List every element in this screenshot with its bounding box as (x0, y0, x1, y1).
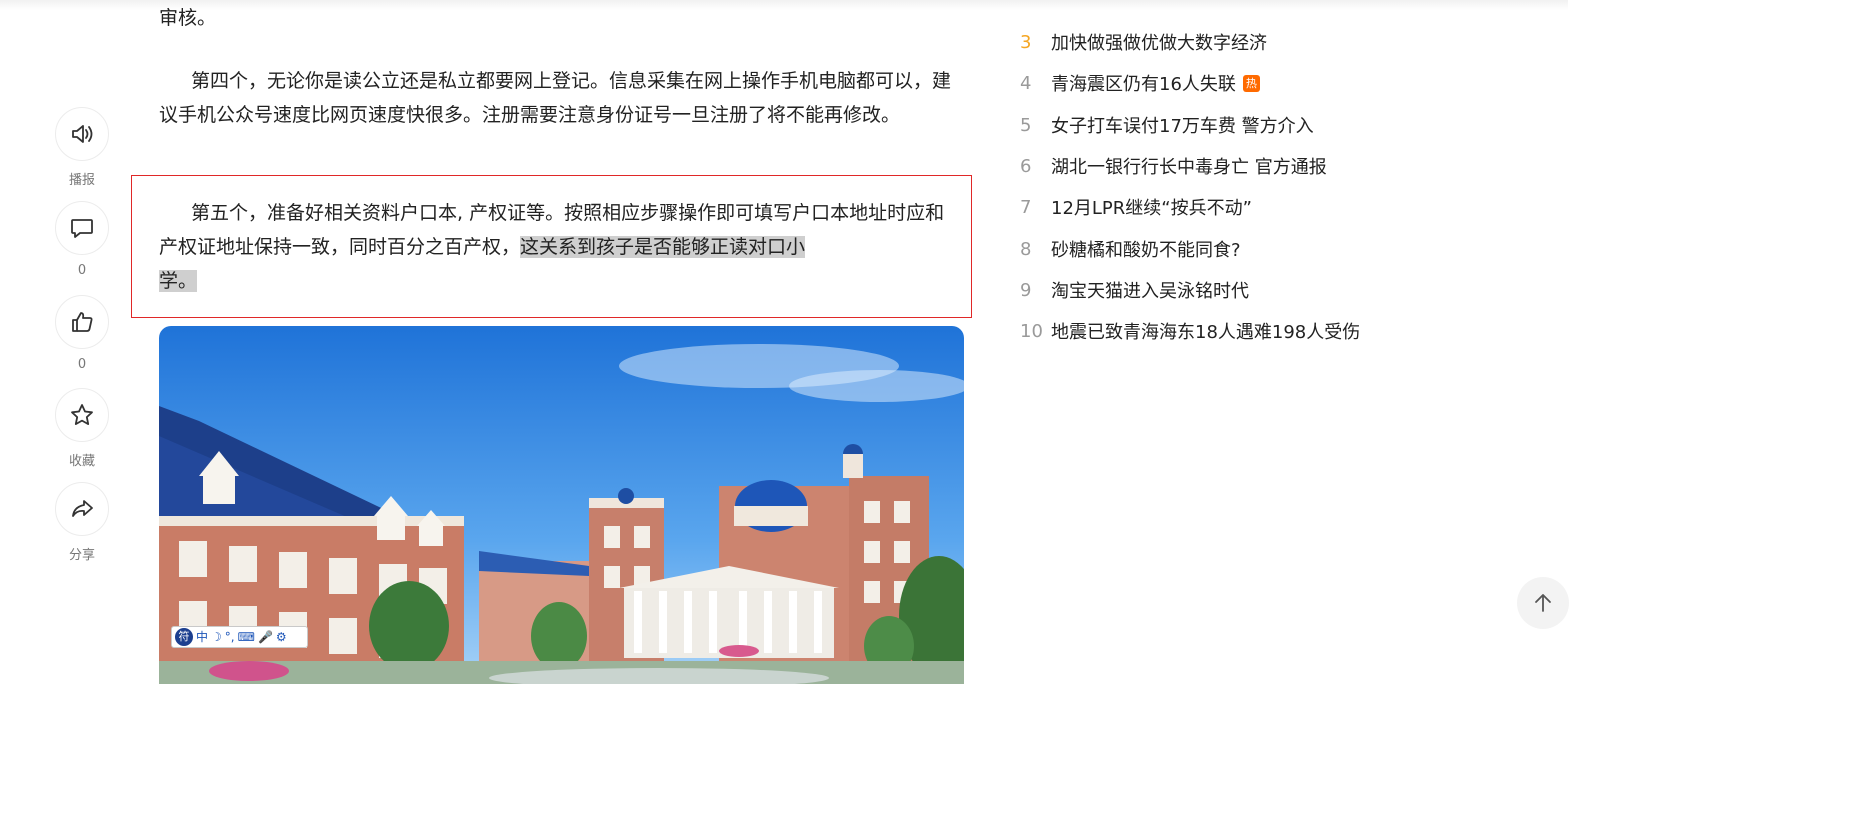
ime-punctuation-icon[interactable]: °, (225, 628, 235, 646)
like-action[interactable]: 0 (55, 295, 111, 372)
hot-title[interactable]: 女子打车误付17万车费 警方介入 (1051, 112, 1314, 138)
share-action[interactable]: 分享 (55, 482, 111, 563)
favorite-action[interactable]: 收藏 (55, 388, 111, 469)
hot-rank: 9 (1020, 279, 1032, 301)
speaker-icon (72, 125, 93, 143)
paragraph-fragment: 审核。 (159, 7, 217, 29)
broadcast-label: 播报 (68, 173, 95, 188)
comment-button[interactable] (55, 201, 109, 255)
comment-action[interactable]: 0 (55, 201, 111, 278)
hot-rank: 6 (1020, 155, 1032, 177)
ime-logo-icon[interactable]: 符 (175, 628, 193, 646)
hot-rank: 3 (1020, 31, 1032, 53)
arrow-up-icon (1535, 594, 1551, 612)
hot-rank: 10 (1020, 320, 1043, 342)
like-button[interactable] (55, 295, 109, 349)
paragraph-4: 第四个，无论你是读公立还是私立都要网上登记。信息采集在网上操作手机电脑都可以，建… (159, 70, 952, 126)
comment-count: 0 (77, 263, 87, 278)
ime-halfwidth-icon[interactable]: ☽ (211, 628, 222, 646)
hot-list-item[interactable]: 9 淘宝天猫进入吴泳铭时代 (1020, 273, 1249, 307)
broadcast-button[interactable] (55, 107, 109, 161)
hot-rank: 7 (1020, 196, 1032, 218)
highlight-box (131, 175, 972, 318)
thumbs-up-icon (72, 312, 93, 332)
like-count: 0 (77, 357, 87, 372)
hot-badge: 热 (1242, 74, 1260, 92)
broadcast-action[interactable]: 播报 (55, 107, 111, 188)
share-label: 分享 (68, 548, 95, 563)
hot-rank: 4 (1020, 72, 1032, 94)
ime-keyboard-icon[interactable]: ⌨ (238, 628, 255, 646)
hot-list-item[interactable]: 8 砂糖橘和酸奶不能同食? (1020, 232, 1241, 266)
hot-title[interactable]: 加快做强做优做大数字经济 (1051, 29, 1267, 55)
hot-list-item[interactable]: 5 女子打车误付17万车费 警方介入 (1020, 108, 1314, 142)
share-icon (72, 500, 93, 517)
hot-rank: 8 (1020, 238, 1032, 260)
hot-rank: 5 (1020, 114, 1032, 136)
ime-chinese-mode-button[interactable]: 中 (196, 628, 208, 646)
ime-microphone-icon[interactable]: 🎤 (258, 628, 273, 646)
ime-settings-icon[interactable]: ⚙ (276, 628, 287, 646)
star-icon (71, 404, 93, 425)
ime-toolbar[interactable]: 符 中 ☽ °, ⌨ 🎤 ⚙ (171, 626, 308, 648)
hot-title[interactable]: 青海震区仍有16人失联 (1051, 70, 1236, 96)
hot-list-item[interactable]: 6 湖北一银行行长中毒身亡 官方通报 (1020, 149, 1327, 183)
hot-list-item[interactable]: 10 地震已致青海海东18人遇难198人受伤 (1020, 314, 1360, 348)
hot-title[interactable]: 湖北一银行行长中毒身亡 官方通报 (1051, 153, 1327, 179)
hot-list-item[interactable]: 4 青海震区仍有16人失联 热 (1020, 66, 1260, 100)
hot-list-item[interactable]: 3 加快做强做优做大数字经济 (1020, 25, 1267, 59)
back-to-top-button[interactable] (1517, 577, 1569, 629)
comment-icon (71, 219, 93, 238)
favorite-label: 收藏 (68, 454, 95, 469)
favorite-button[interactable] (55, 388, 109, 442)
hot-title[interactable]: 12月LPR继续“按兵不动” (1051, 194, 1252, 220)
hot-title[interactable]: 淘宝天猫进入吴泳铭时代 (1051, 277, 1249, 303)
hot-list-item[interactable]: 7 12月LPR继续“按兵不动” (1020, 190, 1252, 224)
hot-title[interactable]: 地震已致青海海东18人遇难198人受伤 (1051, 318, 1360, 344)
share-button[interactable] (55, 482, 109, 536)
hot-title[interactable]: 砂糖橘和酸奶不能同食? (1051, 236, 1241, 262)
